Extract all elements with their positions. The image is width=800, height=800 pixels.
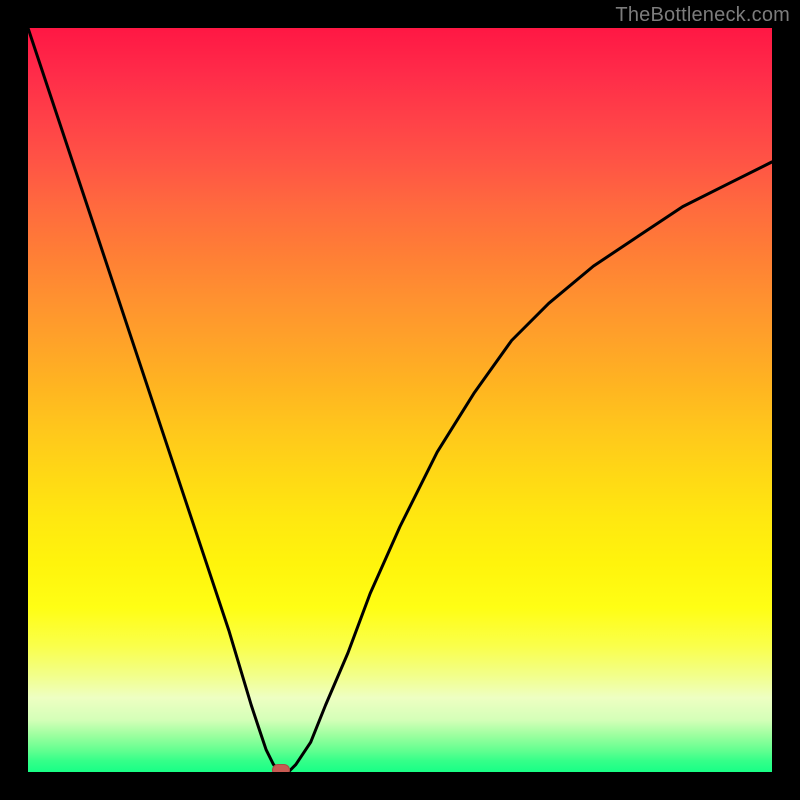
optimum-marker [272, 764, 290, 772]
plot-area [28, 28, 772, 772]
watermark-text: TheBottleneck.com [615, 4, 790, 27]
bottleneck-curve [28, 28, 772, 772]
chart-frame: TheBottleneck.com [0, 0, 800, 800]
